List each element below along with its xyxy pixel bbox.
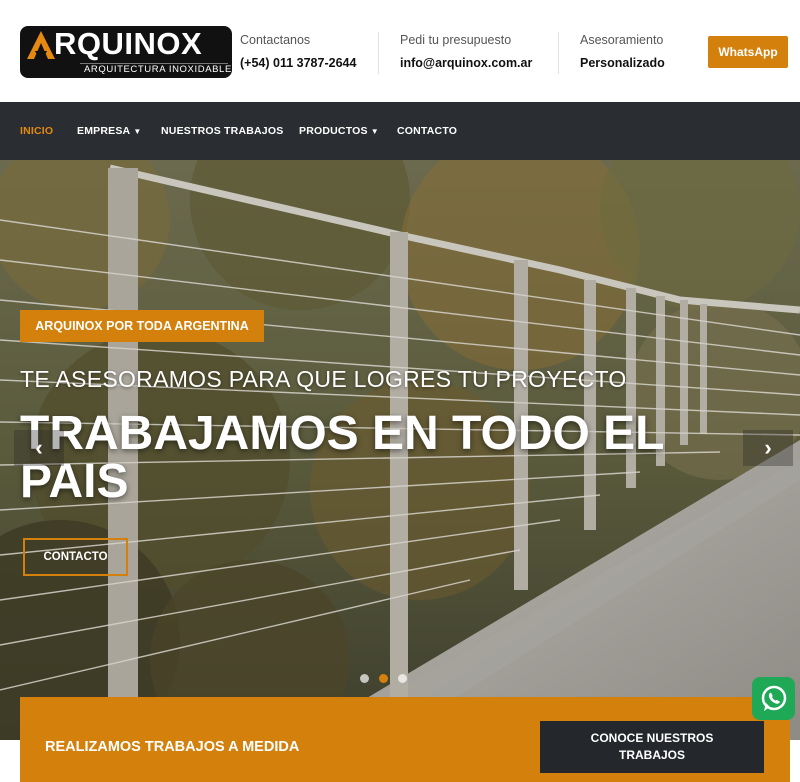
quote-email-block: Pedi tu presupuesto info@arquinox.com.ar [400,32,532,71]
contact-phone[interactable]: (+54) 011 3787-2644 [240,55,356,71]
slider-pagination [360,674,407,683]
contact-label: Contactanos [240,33,311,47]
hero-title: TRABAJAMOS EN TODO EL PAIS [20,407,664,508]
chevron-right-icon: › [764,435,772,460]
nav-item-label: INICIO [20,125,54,137]
whatsapp-float-button[interactable] [752,677,795,720]
nav-item-productos[interactable]: PRODUCTOS ▼ [299,102,379,160]
nav-item-label: PRODUCTOS [299,125,368,137]
nav-item-inicio[interactable]: INICIO [20,102,53,160]
nav-item-contacto[interactable]: CONTACTO [397,102,457,160]
cta-band-text: REALIZAMOS TRABAJOS A MEDIDA [45,739,300,755]
slider-dot-active[interactable] [379,674,388,683]
slider-dot[interactable] [398,674,407,683]
brand-logo[interactable]: RQUINOX ARQUITECTURA INOXIDABLE [20,26,232,78]
nav-item-nuestros-trabajos[interactable]: NUESTROS TRABAJOS [161,102,283,160]
nav-item-empresa[interactable]: EMPRESA ▼ [77,102,141,160]
logo-a-icon [27,31,55,59]
nav-item-label: EMPRESA [77,125,131,137]
hero-slider: ARQUINOX POR TODA ARGENTINA TE ASESORAMO… [0,160,800,740]
chevron-down-icon: ▼ [370,126,379,136]
hero-contact-button[interactable]: CONTACTO [23,538,128,576]
whatsapp-icon [761,685,786,711]
advice-value: Personalizado [580,56,665,70]
quote-email[interactable]: info@arquinox.com.ar [400,55,532,71]
main-nav: INICIO EMPRESA ▼ NUESTROS TRABAJOS PRODU… [0,102,800,160]
slider-prev-button[interactable]: ‹ [14,430,64,466]
whatsapp-button[interactable]: WhatsApp [708,36,788,68]
hero-subtitle: TE ASESORAMOS PARA QUE LOGRES TU PROYECT… [20,366,627,392]
contact-phone-block: Contactanos (+54) 011 3787-2644 [240,32,356,71]
hero-eyebrow: ARQUINOX POR TODA ARGENTINA [20,310,264,342]
header-divider [558,32,559,74]
chevron-left-icon: ‹ [35,435,43,460]
slider-dot[interactable] [360,674,369,683]
nav-item-label: NUESTROS TRABAJOS [161,125,284,137]
brand-name: RQUINOX [54,26,203,61]
header-divider [378,32,379,74]
nav-item-label: CONTACTO [397,125,458,137]
quote-label: Pedi tu presupuesto [400,33,512,47]
advice-label: Asesoramiento [580,33,664,47]
brand-tagline: ARQUITECTURA INOXIDABLE [84,64,232,75]
slider-next-button[interactable]: › [743,430,793,466]
cta-band: REALIZAMOS TRABAJOS A MEDIDA CONOCE NUES… [20,697,790,782]
view-works-button[interactable]: CONOCE NUESTROS TRABAJOS [540,721,764,773]
site-header: RQUINOX ARQUITECTURA INOXIDABLE Contacta… [0,0,800,102]
advice-block: Asesoramiento Personalizado [580,32,665,71]
chevron-down-icon: ▼ [133,126,142,136]
